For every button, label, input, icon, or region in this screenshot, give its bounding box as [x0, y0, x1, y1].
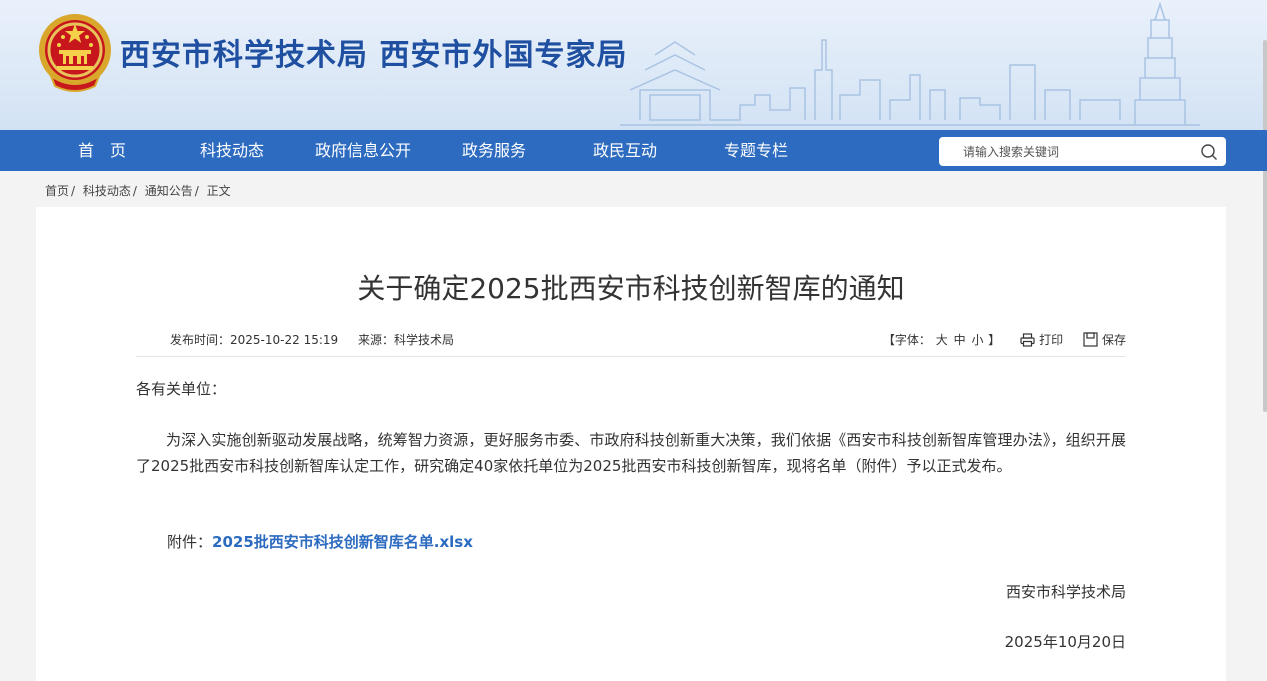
- breadcrumb: 首页 / 科技动态 / 通知公告 / 正文: [45, 184, 231, 198]
- save-icon: [1083, 332, 1098, 347]
- source-label: 来源：: [357, 333, 394, 347]
- article-body: 为深入实施创新驱动发展战略，统筹智力资源，更好服务市委、市政府科技创新重大决策，…: [136, 431, 1126, 475]
- publish-time: 发布时间：2025-10-22 15:19: [170, 333, 338, 347]
- signature: 西安市科学技术局: [1005, 583, 1126, 601]
- attachment: 附件：2025批西安市科技创新智库名单.xlsx: [167, 531, 473, 552]
- font-size-label: 【字体：: [882, 333, 931, 347]
- nav-item-gov-info[interactable]: 政府信息公开: [315, 130, 411, 171]
- city-skyline-illustration: [620, 1, 1200, 126]
- attachment-link[interactable]: 2025批西安市科技创新智库名单.xlsx: [212, 533, 473, 551]
- salutation: 各有关单位：: [136, 380, 227, 398]
- article-panel: 关于确定2025批西安市科技创新智库的通知 发布时间：2025-10-22 15…: [36, 207, 1226, 681]
- breadcrumb-current: 正文: [206, 184, 231, 198]
- printer-icon: [1020, 333, 1035, 347]
- font-size-bracket: 】: [988, 333, 1001, 347]
- source-value: 科学技术局: [394, 333, 455, 347]
- font-size-large[interactable]: 大: [936, 333, 948, 347]
- source: 来源：科学技术局: [358, 333, 454, 347]
- search-icon[interactable]: [1200, 143, 1218, 161]
- font-size-small[interactable]: 小: [971, 333, 983, 347]
- site-header: 西安市科学技术局 西安市外国专家局: [0, 0, 1267, 130]
- print-button[interactable]: 打印: [1020, 331, 1063, 348]
- article-title: 关于确定2025批西安市科技创新智库的通知: [357, 272, 905, 305]
- search-box: [939, 137, 1226, 166]
- nav-item-gov-services[interactable]: 政务服务: [462, 130, 526, 171]
- meta-divider: [136, 356, 1126, 357]
- page-scrollbar[interactable]: [1263, 40, 1267, 412]
- search-input[interactable]: [939, 137, 1189, 166]
- save-button[interactable]: 保存: [1083, 331, 1126, 348]
- article-meta: 发布时间：2025-10-22 15:19 来源：科学技术局: [170, 331, 454, 348]
- site-title: 西安市科学技术局 西安市外国专家局: [120, 38, 628, 73]
- issue-date: 2025年10月20日: [1004, 633, 1126, 651]
- nav-item-home[interactable]: 首 页: [78, 130, 126, 171]
- publish-label: 发布时间：: [170, 333, 231, 347]
- print-label: 打印: [1039, 333, 1064, 347]
- national-emblem-icon: [39, 14, 111, 92]
- publish-time-value: 2025-10-22 15:19: [230, 333, 339, 347]
- breadcrumb-tech-news[interactable]: 科技动态: [83, 184, 131, 198]
- nav-item-special-topics[interactable]: 专题专栏: [724, 130, 788, 171]
- font-size-medium[interactable]: 中: [954, 333, 966, 347]
- article-tools: 【字体： 大 中 小 】 打印 保存: [883, 331, 1126, 348]
- breadcrumb-home[interactable]: 首页: [45, 184, 69, 198]
- nav-item-interaction[interactable]: 政民互动: [593, 130, 657, 171]
- breadcrumb-notices[interactable]: 通知公告: [145, 184, 193, 198]
- attachment-label: 附件：: [167, 533, 213, 551]
- nav-item-tech-news[interactable]: 科技动态: [200, 130, 264, 171]
- save-label: 保存: [1101, 333, 1126, 347]
